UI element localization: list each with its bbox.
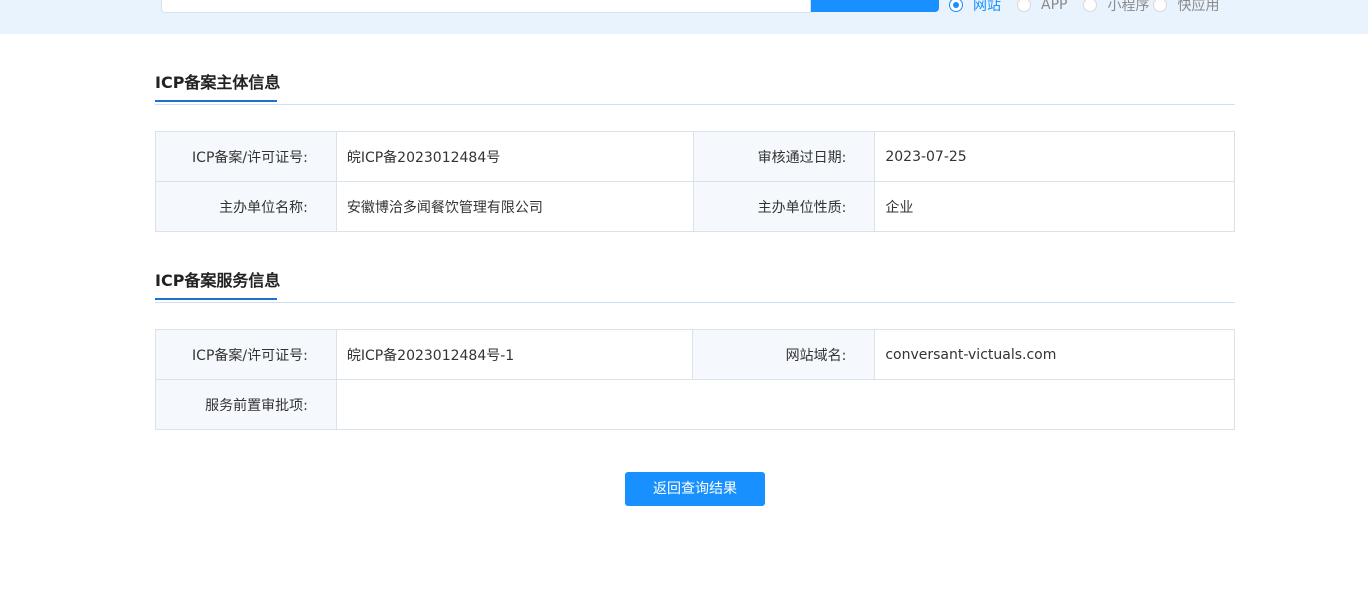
radio-quick-app[interactable]: 快应用 [1153, 0, 1235, 15]
search-button[interactable] [811, 0, 939, 12]
table-row: ICP备案/许可证号: 皖ICP备2023012484号-1 网站域名: con… [155, 329, 1235, 380]
search-type-radio-group: 网站 APP 小程序 快应用 [949, 0, 1235, 14]
radio-label: 快应用 [1177, 0, 1220, 14]
website-domain-value: conversant-victuals.com [874, 329, 1235, 380]
field-label: ICP备案/许可证号: [155, 329, 337, 380]
field-value: 2023-07-25 [874, 131, 1235, 182]
radio-mini-program[interactable]: 小程序 [1083, 0, 1153, 15]
radio-website[interactable]: 网站 [949, 0, 1017, 15]
title-underline [155, 100, 277, 102]
field-label: 服务前置审批项: [155, 379, 337, 430]
subject-section-title: ICP备案主体信息 [155, 69, 281, 102]
back-to-results-button[interactable]: 返回查询结果 [625, 472, 765, 506]
search-input[interactable] [161, 0, 811, 13]
field-label: 主办单位名称: [155, 181, 337, 232]
field-value: 企业 [874, 181, 1235, 232]
radio-app[interactable]: APP [1017, 0, 1083, 13]
title-underline [155, 298, 277, 300]
radio-label: 网站 [973, 0, 1001, 14]
section-divider [155, 302, 1235, 303]
table-row: ICP备案/许可证号: 皖ICP备2023012484号 审核通过日期: 202… [155, 131, 1235, 182]
field-label: 审核通过日期: [692, 131, 876, 182]
radio-label: 小程序 [1107, 0, 1150, 14]
field-value: 皖ICP备2023012484号-1 [335, 329, 694, 380]
field-value: 皖ICP备2023012484号 [335, 131, 694, 182]
field-label: 网站域名: [692, 329, 876, 380]
table-row: 服务前置审批项: [155, 379, 1236, 430]
radio-circle-icon [1083, 0, 1098, 12]
radio-circle-icon [1017, 0, 1031, 12]
section-divider [155, 104, 1235, 105]
radio-circle-icon [949, 0, 963, 12]
radio-label: APP [1041, 0, 1068, 13]
field-label: ICP备案/许可证号: [155, 131, 337, 182]
subject-section-title-text: ICP备案主体信息 [155, 73, 281, 92]
search-band: 网站 APP 小程序 快应用 [0, 0, 1368, 34]
service-section-title-text: ICP备案服务信息 [155, 271, 281, 290]
subject-info-table: ICP备案/许可证号: 皖ICP备2023012484号 审核通过日期: 202… [155, 131, 1235, 232]
field-value: 安徽博洽多闻餐饮管理有限公司 [335, 181, 694, 232]
service-section-title: ICP备案服务信息 [155, 267, 281, 300]
table-row: 主办单位名称: 安徽博洽多闻餐饮管理有限公司 主办单位性质: 企业 [155, 181, 1235, 232]
field-label: 主办单位性质: [692, 181, 876, 232]
radio-circle-icon [1153, 0, 1168, 12]
field-value [335, 379, 1236, 430]
service-info-table: ICP备案/许可证号: 皖ICP备2023012484号-1 网站域名: con… [155, 329, 1236, 430]
